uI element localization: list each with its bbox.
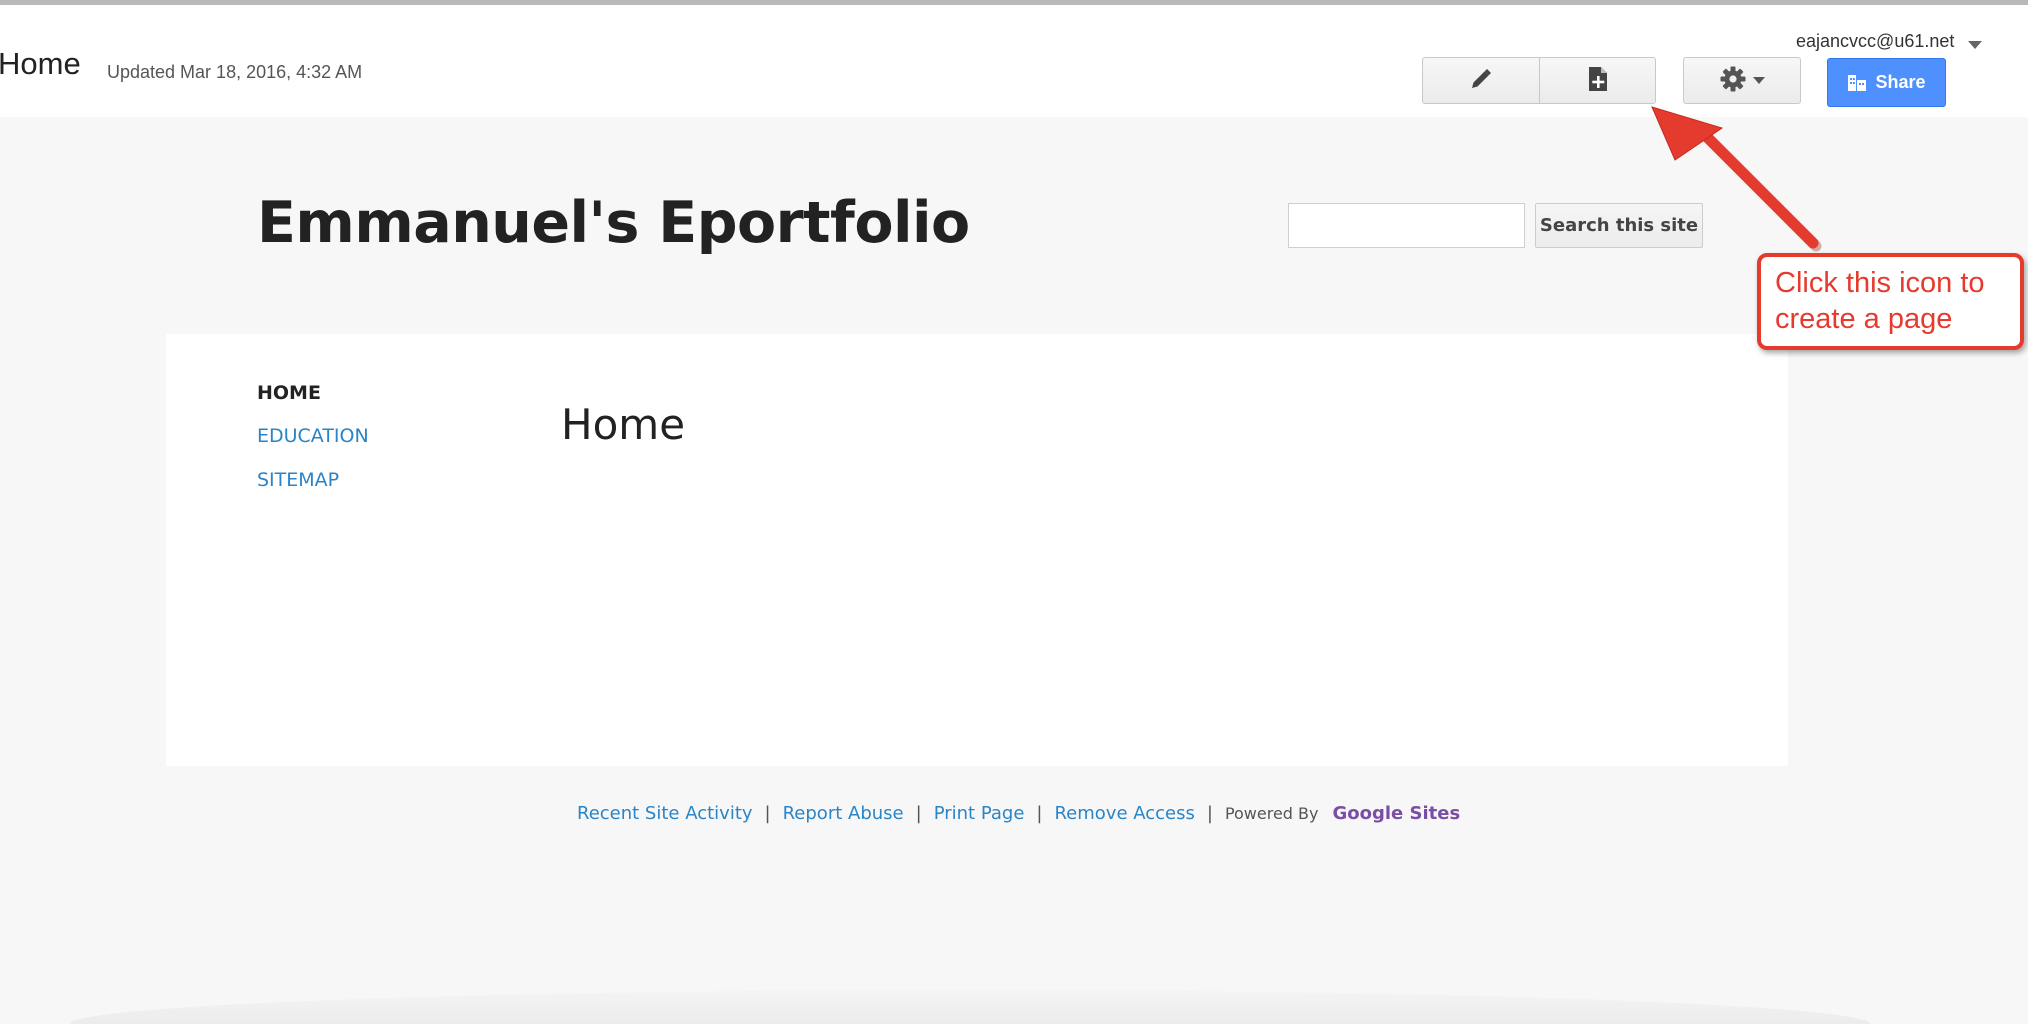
- sidebar-item-sitemap[interactable]: SITEMAP: [257, 469, 339, 491]
- share-icon: [1847, 74, 1867, 92]
- footer-separator: |: [915, 802, 922, 824]
- last-updated-text: Updated Mar 18, 2016, 4:32 AM: [107, 62, 363, 82]
- annotation-callout: Click this icon to create a page: [1757, 253, 2024, 350]
- gear-icon: [1719, 65, 1747, 97]
- footer-separator: |: [1206, 802, 1213, 824]
- share-button[interactable]: Share: [1827, 58, 1946, 107]
- page-bottom-shadow: [70, 990, 1870, 1024]
- edit-page-button[interactable]: [1422, 57, 1540, 104]
- sidebar-item-home[interactable]: HOME: [257, 382, 321, 404]
- pencil-icon: [1469, 67, 1493, 95]
- footer-separator: |: [1036, 802, 1043, 824]
- account-email[interactable]: eajancvcc@u61.net: [1796, 31, 1954, 52]
- chevron-down-icon: [1753, 77, 1765, 84]
- site-footer: Recent Site Activity | Report Abuse | Pr…: [577, 800, 1460, 826]
- report-abuse-link[interactable]: Report Abuse: [783, 803, 904, 824]
- footer-separator: |: [764, 802, 771, 824]
- annotation-text: Click this icon to create a page: [1775, 265, 2012, 337]
- annotation-text-line-1: Click this icon to: [1775, 267, 1985, 299]
- powered-by-text: Powered By: [1224, 803, 1319, 823]
- current-page-name: Home: [0, 46, 81, 81]
- print-page-link[interactable]: Print Page: [934, 803, 1025, 824]
- account-caret-icon[interactable]: [1968, 41, 1982, 49]
- recent-site-activity-link[interactable]: Recent Site Activity: [577, 803, 753, 824]
- annotation-arrow: [1651, 106, 1822, 252]
- page-content-card: [166, 334, 1788, 766]
- sidebar-item-education[interactable]: EDUCATION: [257, 425, 369, 447]
- site-title[interactable]: Emmanuel's Eportfolio: [257, 190, 970, 256]
- annotation-text-line-2: create a page: [1775, 303, 1953, 335]
- page-title: Home: [561, 400, 686, 449]
- google-sites-link[interactable]: Google Sites: [1333, 803, 1461, 824]
- new-page-button[interactable]: [1539, 57, 1656, 104]
- settings-menu-button[interactable]: [1683, 57, 1801, 104]
- new-page-icon: [1587, 66, 1609, 96]
- share-button-label: Share: [1875, 72, 1926, 92]
- remove-access-link[interactable]: Remove Access: [1054, 803, 1194, 824]
- site-search-input[interactable]: [1288, 203, 1525, 248]
